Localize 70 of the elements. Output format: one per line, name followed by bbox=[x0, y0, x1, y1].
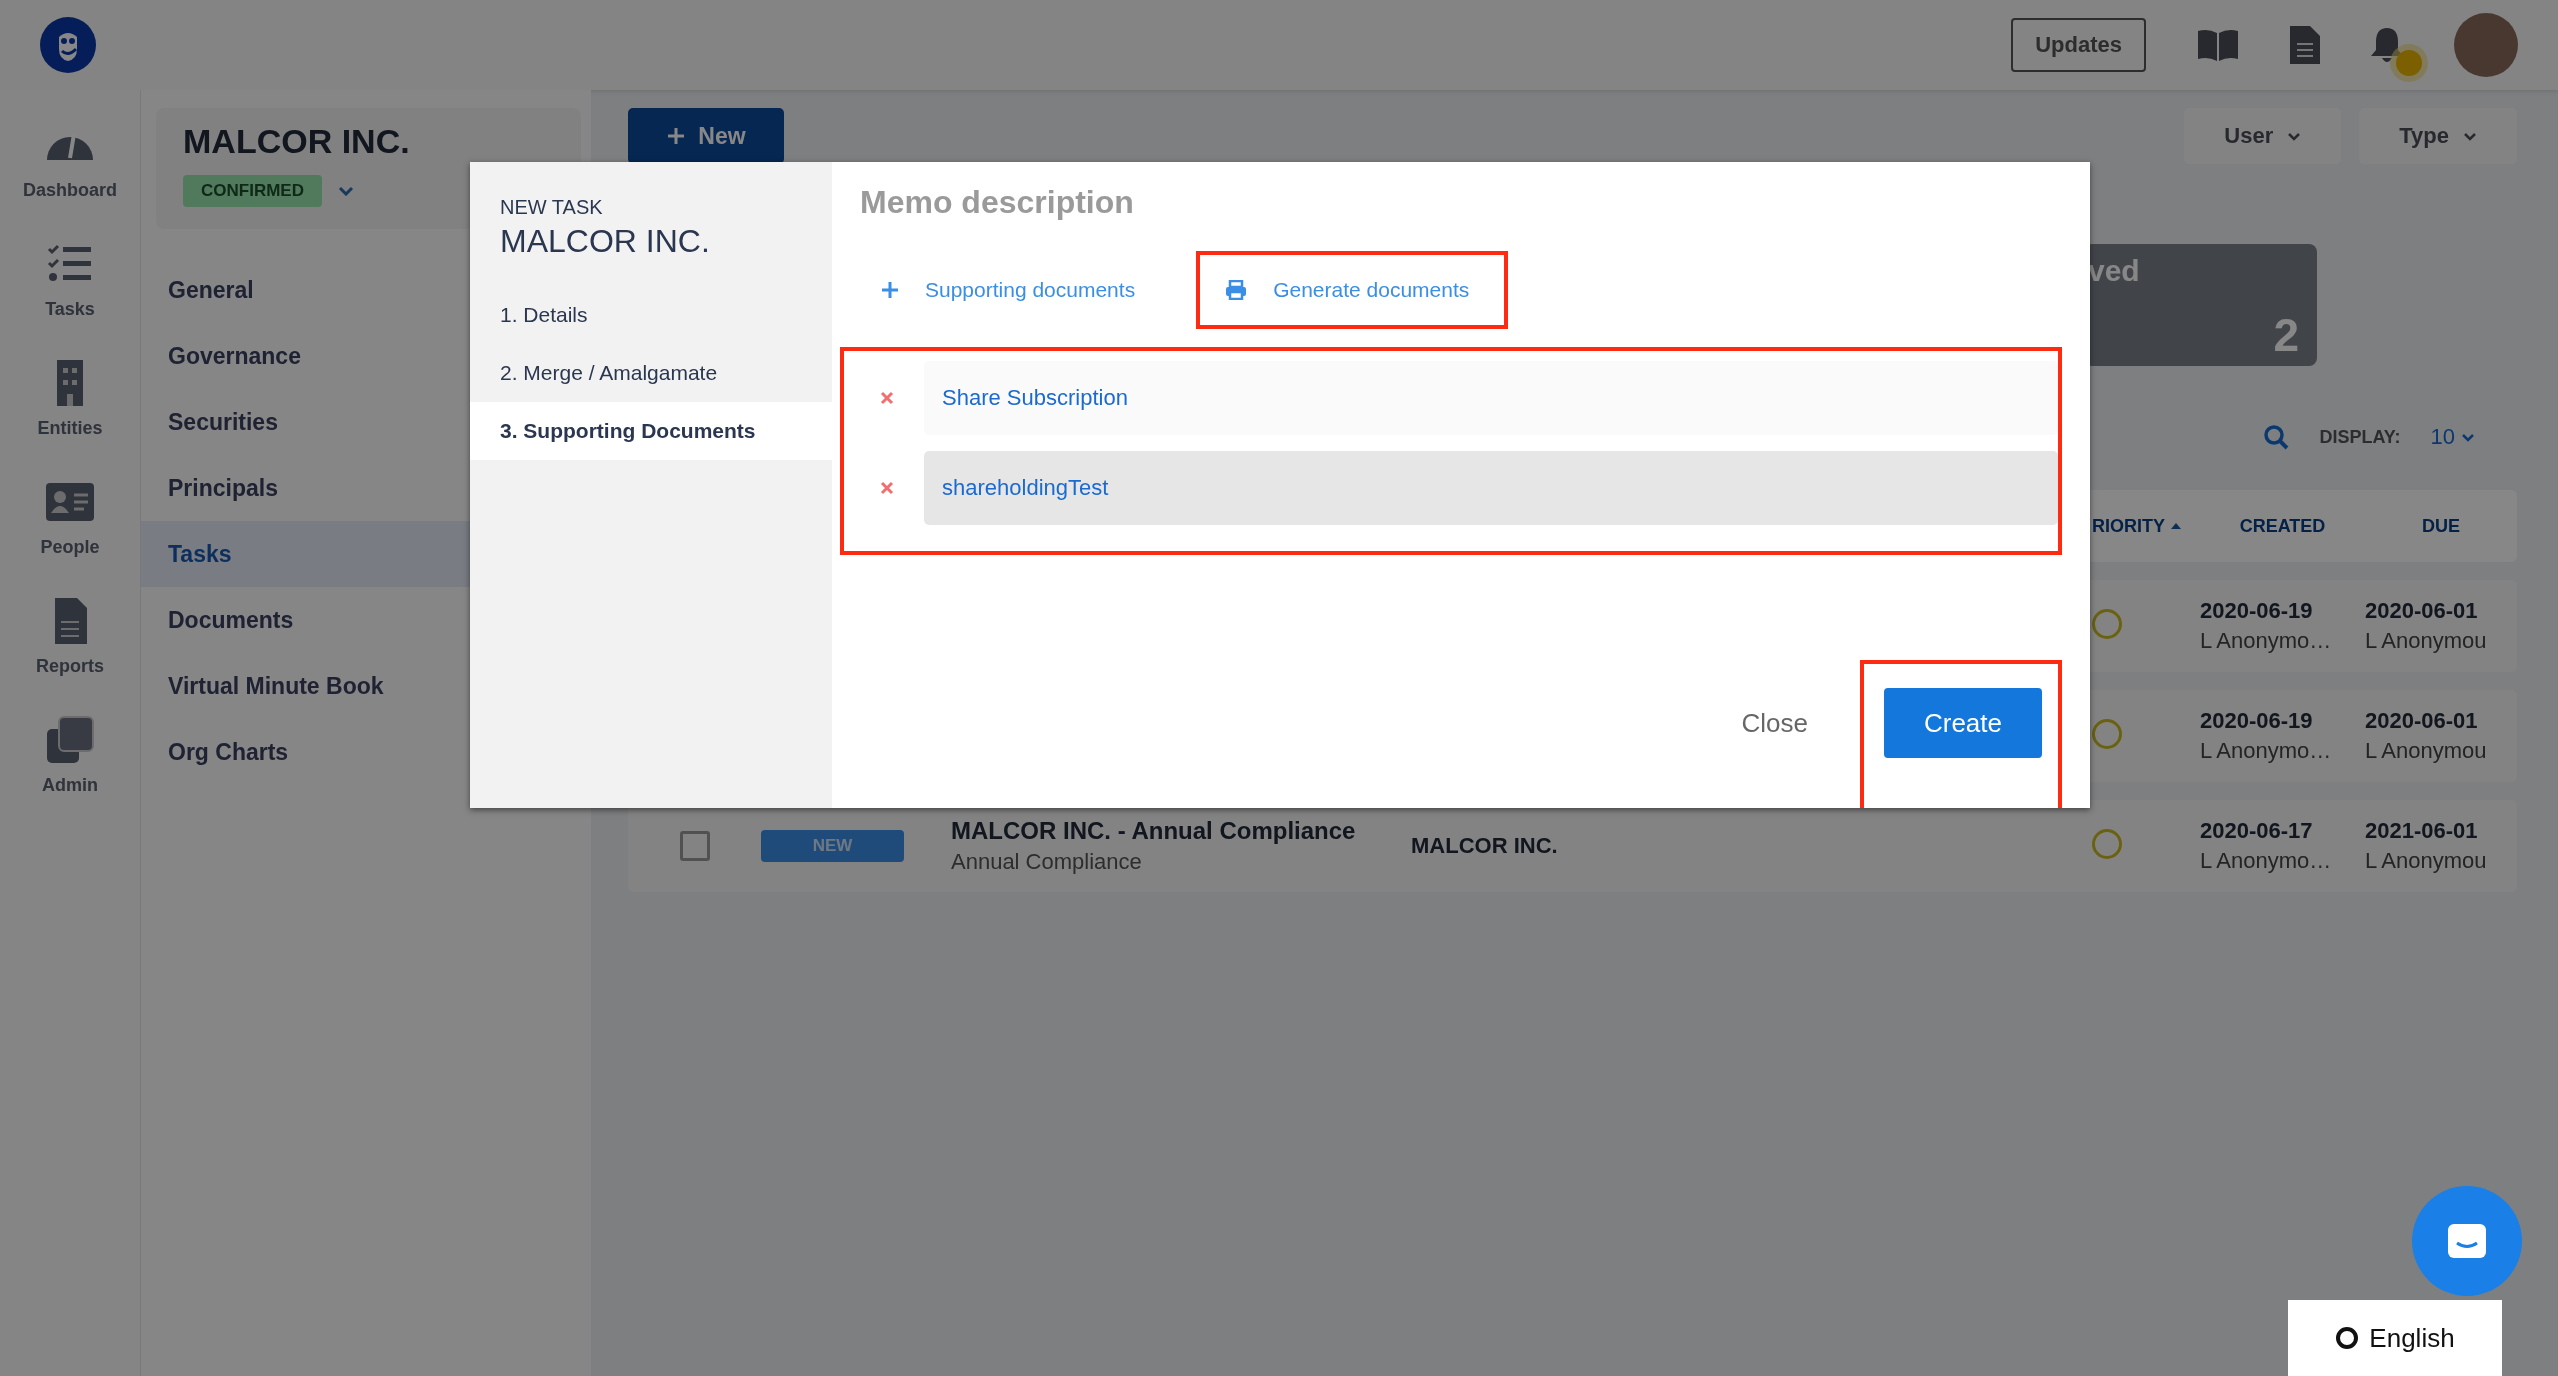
new-button[interactable]: New bbox=[628, 108, 784, 164]
chevron-down-icon bbox=[2463, 131, 2477, 141]
generate-link[interactable]: Generate documents bbox=[1196, 251, 1509, 329]
add-link[interactable]: Supporting documents bbox=[852, 251, 1175, 329]
document-icon[interactable] bbox=[2290, 26, 2320, 64]
language-button[interactable]: English bbox=[2288, 1300, 2502, 1376]
created-by: L Anonymo… bbox=[2200, 738, 2333, 764]
step-item[interactable]: 3. Supporting Documents bbox=[470, 402, 832, 460]
assignee: L Anonymou bbox=[2365, 738, 2488, 764]
column-header[interactable]: CREATED bbox=[2200, 515, 2365, 537]
priority-circle-icon bbox=[2092, 719, 2122, 749]
stat-count: 2 bbox=[2273, 308, 2299, 362]
close-button[interactable]: Close bbox=[1721, 688, 1828, 758]
created-by: L Anonymo… bbox=[2200, 628, 2333, 654]
step-item[interactable]: 2. Merge / Amalgamate bbox=[470, 344, 832, 402]
chevron-down-icon bbox=[2461, 432, 2475, 442]
status-badge[interactable]: CONFIRMED bbox=[183, 175, 322, 207]
sort-up-icon bbox=[2171, 523, 2181, 529]
assignee: L Anonymou bbox=[2365, 628, 2488, 654]
task-title[interactable]: MALCOR INC. - Annual Compliance bbox=[951, 817, 1411, 845]
nav-label[interactable]: Admin bbox=[42, 775, 98, 796]
remove-icon[interactable] bbox=[880, 481, 894, 495]
step-item[interactable]: 1. Details bbox=[470, 286, 832, 344]
nav-label[interactable]: People bbox=[40, 537, 100, 558]
filter-dropdown[interactable]: User bbox=[2184, 108, 2342, 164]
created-by: L Anonymo… bbox=[2200, 848, 2333, 874]
page-size-dropdown[interactable]: 10 bbox=[2430, 424, 2475, 450]
plus-icon bbox=[666, 126, 687, 146]
priority-circle-icon bbox=[2092, 609, 2122, 639]
created-date: 2020-06-19 bbox=[2200, 708, 2314, 734]
priority-circle-icon bbox=[2092, 829, 2122, 859]
search-icon[interactable] bbox=[2263, 424, 2290, 450]
nav-label[interactable]: Tasks bbox=[45, 299, 95, 320]
chat-bubble-icon bbox=[2447, 1223, 2487, 1259]
printer-icon bbox=[1225, 280, 1248, 300]
column-header[interactable]: DUE bbox=[2365, 515, 2517, 537]
created-date: 2020-06-19 bbox=[2200, 598, 2314, 624]
assignee: L Anonymou bbox=[2365, 848, 2488, 874]
task-type: Annual Compliance bbox=[951, 849, 1143, 875]
notification-dot-icon bbox=[2396, 50, 2422, 76]
due-date: 2021-06-01 bbox=[2365, 818, 2479, 844]
entity-cell: MALCOR INC. bbox=[1411, 833, 1558, 858]
dialog-label: NEW TASK bbox=[499, 196, 604, 219]
admin-icon[interactable] bbox=[45, 715, 95, 765]
document-item[interactable]: Share Subscription bbox=[924, 361, 2058, 435]
status-badge: NEW bbox=[761, 830, 904, 862]
due-date: 2020-06-01 bbox=[2365, 708, 2479, 734]
remove-icon[interactable] bbox=[880, 391, 894, 405]
plus-icon bbox=[881, 281, 899, 299]
nav-label[interactable]: Dashboard bbox=[23, 180, 117, 201]
book-icon[interactable] bbox=[2196, 28, 2240, 62]
document-item[interactable]: shareholdingTest bbox=[924, 451, 2058, 525]
due-date: 2020-06-01 bbox=[2365, 598, 2479, 624]
updates-button[interactable]: Updates bbox=[2011, 18, 2146, 72]
filter-dropdown[interactable]: Type bbox=[2359, 108, 2517, 164]
stat-label: ved bbox=[2088, 254, 2140, 288]
nav-label[interactable]: Reports bbox=[36, 656, 104, 677]
circle-icon bbox=[2335, 1326, 2360, 1350]
column-header[interactable]: RIORITY bbox=[2092, 515, 2200, 537]
chevron-down-icon[interactable] bbox=[337, 186, 354, 196]
entity-name: MALCOR INC. bbox=[183, 122, 411, 161]
dialog-title: MALCOR INC. bbox=[499, 223, 711, 260]
display-label: DISPLAY: bbox=[2319, 426, 2401, 448]
chevron-down-icon bbox=[2287, 131, 2302, 141]
checkbox[interactable] bbox=[679, 831, 710, 861]
create-button[interactable]: Create bbox=[1883, 688, 2042, 758]
section-heading: Memo description bbox=[860, 184, 1135, 221]
nav-label[interactable]: Entities bbox=[37, 418, 103, 439]
table-row[interactable]: NEW MALCOR INC. - Annual Compliance Annual Compliance MALCOR INC. 2020-06-17 L Anonymo… 2021-06-01 L Anonymou bbox=[628, 800, 2517, 892]
created-date: 2020-06-17 bbox=[2200, 818, 2314, 844]
